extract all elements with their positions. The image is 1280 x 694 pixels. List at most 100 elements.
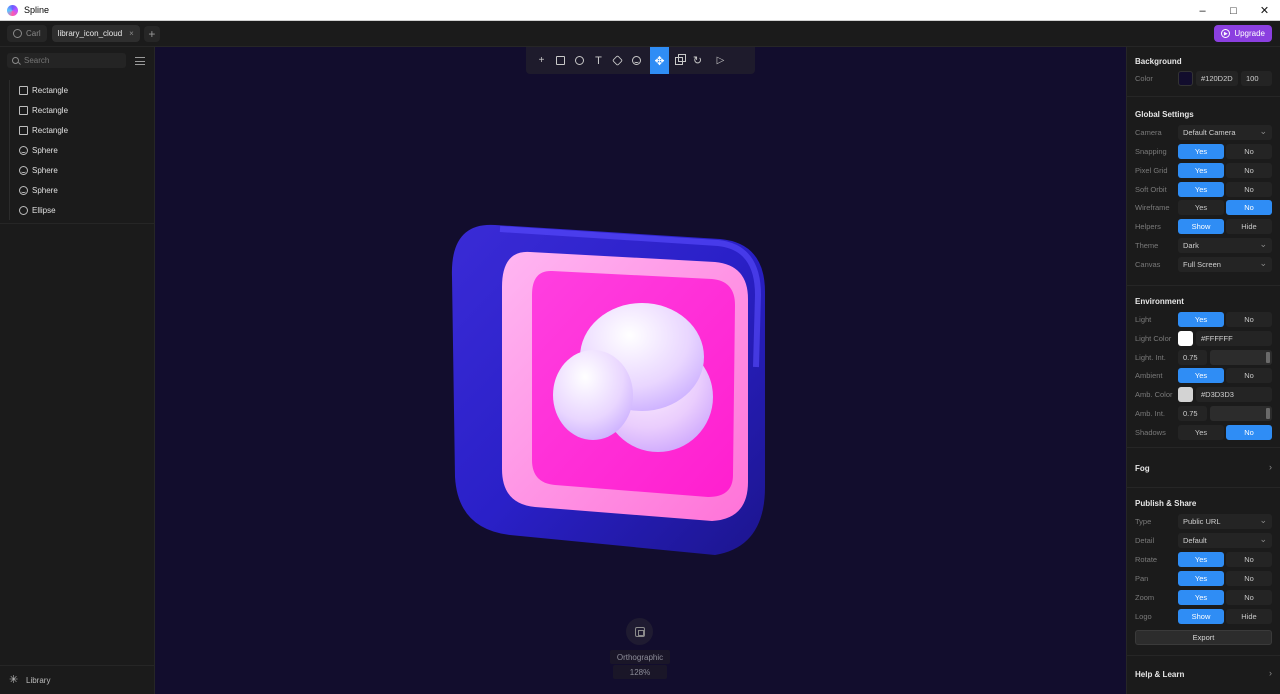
pixel-grid-no[interactable]: No [1226,163,1272,178]
rectangle-tool-button[interactable] [551,47,570,74]
add-tool-button[interactable]: + [532,47,551,74]
cloud-icon-3d-model[interactable] [440,217,785,572]
view-mode-label[interactable]: Orthographic [610,650,670,664]
shape-tool-button[interactable] [608,47,627,74]
search-input[interactable] [24,56,114,65]
logo-label: Logo [1135,612,1152,621]
text-tool-button[interactable]: T [589,47,608,74]
library-button[interactable]: ✳ Library [0,665,155,694]
light-color-input[interactable]: #FFFFFF [1196,331,1272,346]
export-button[interactable]: Export [1135,630,1272,645]
background-opacity-input[interactable]: 100 [1241,71,1272,86]
snapping-yes[interactable]: Yes [1178,144,1224,159]
light-no[interactable]: No [1226,312,1272,327]
user-tab[interactable]: Carl [7,25,47,42]
layer-item[interactable]: Sphere [0,160,155,180]
layer-item[interactable]: Ellipse [0,200,155,220]
sphere-icon [19,185,28,195]
background-section: Background Color #120D2D 100 [1127,47,1280,97]
upgrade-button[interactable]: ▶ Upgrade [1214,25,1272,42]
detail-label: Detail [1135,536,1155,545]
rotate-no[interactable]: No [1226,552,1272,567]
pixel-grid-yes[interactable]: Yes [1178,163,1224,178]
zoom-yes[interactable]: Yes [1178,590,1224,605]
pixel-grid-toggle: Yes No [1178,163,1272,178]
circle-icon [575,56,584,65]
soft-orbit-no[interactable]: No [1226,182,1272,197]
fog-section[interactable]: Fog › [1127,448,1280,488]
spline-logo-icon [7,4,18,16]
logo-hide[interactable]: Hide [1226,609,1272,624]
layer-item[interactable]: Sphere [0,180,155,200]
slider-handle[interactable] [1266,352,1270,363]
shadows-no[interactable]: No [1226,425,1272,440]
light-intensity-label: Light. Int. [1135,353,1166,362]
ambient-no[interactable]: No [1226,368,1272,383]
background-color-input[interactable]: #120D2D [1196,71,1238,86]
environment-section: Environment Light Yes No Light Color #FF… [1127,286,1280,448]
amb-intensity-input[interactable]: 0.75 [1178,406,1207,421]
close-tab-icon[interactable]: × [129,29,134,38]
rotate-yes[interactable]: Yes [1178,552,1224,567]
cube-icon [612,55,623,66]
theme-select[interactable]: Dark [1178,238,1272,253]
light-intensity-slider[interactable] [1210,350,1272,365]
maximize-button[interactable]: □ [1218,0,1249,21]
pan-yes[interactable]: Yes [1178,571,1224,586]
title-bar: Spline – □ ✕ [0,0,1280,21]
scale-tool-button[interactable] [669,47,688,74]
layer-item[interactable]: Rectangle [0,120,155,140]
layer-item[interactable]: Sphere [0,140,155,160]
amb-intensity-slider[interactable] [1210,406,1272,421]
sphere-tool-button[interactable] [627,47,646,74]
zoom-level[interactable]: 128% [613,665,667,679]
minimize-button[interactable]: – [1187,0,1218,21]
move-tool-button[interactable]: ✥ [650,47,669,74]
light-color-swatch[interactable] [1178,331,1193,346]
camera-view-button[interactable] [626,618,653,645]
help-learn-section[interactable]: Help & Learn › [1127,656,1280,694]
wireframe-yes[interactable]: Yes [1178,200,1224,215]
layer-name: Sphere [32,165,58,175]
canvas-select[interactable]: Full Screen [1178,257,1272,272]
background-color-swatch[interactable] [1178,71,1193,86]
type-select[interactable]: Public URL [1178,514,1272,529]
wireframe-toggle: Yes No [1178,200,1272,215]
detail-select[interactable]: Default [1178,533,1272,548]
hamburger-menu-icon[interactable] [135,57,145,65]
logo-show[interactable]: Show [1178,609,1224,624]
rotate-tool-button[interactable]: ↻ [688,47,707,74]
ellipse-tool-button[interactable] [570,47,589,74]
pan-no[interactable]: No [1226,571,1272,586]
amb-color-input[interactable]: #D3D3D3 [1196,387,1272,402]
ambient-yes[interactable]: Yes [1178,368,1224,383]
play-icon: ▷ [716,55,725,66]
section-title: Background [1135,57,1182,66]
camera-select[interactable]: Default Camera [1178,125,1272,140]
section-title: Fog [1135,464,1150,473]
zoom-no[interactable]: No [1226,590,1272,605]
helpers-show[interactable]: Show [1178,219,1224,234]
layer-name: Rectangle [32,125,69,135]
light-intensity-input[interactable]: 0.75 [1178,350,1207,365]
layer-item[interactable]: Rectangle [0,100,155,120]
layer-item[interactable]: Rectangle [0,80,155,100]
global-settings-section: Global Settings Camera Default Camera Sn… [1127,97,1280,286]
close-window-button[interactable]: ✕ [1249,0,1280,21]
add-tab-button[interactable]: + [143,25,160,42]
snapping-no[interactable]: No [1226,144,1272,159]
viewport-canvas[interactable]: + T ✥ ↻ ▷ Orthographic 128% [155,47,1126,694]
wireframe-no[interactable]: No [1226,200,1272,215]
amb-color-swatch[interactable] [1178,387,1193,402]
tab-file[interactable]: library_icon_cloud × [51,25,140,42]
tools-toolbar: + T ✥ ↻ ▷ [526,47,755,74]
section-title: Publish & Share [1135,499,1197,508]
shadows-yes[interactable]: Yes [1178,425,1224,440]
light-yes[interactable]: Yes [1178,312,1224,327]
helpers-hide[interactable]: Hide [1226,219,1272,234]
search-icon [12,57,19,64]
ambient-label: Ambient [1135,371,1163,380]
soft-orbit-yes[interactable]: Yes [1178,182,1224,197]
play-button[interactable]: ▷ [711,47,730,74]
slider-handle[interactable] [1266,408,1270,419]
